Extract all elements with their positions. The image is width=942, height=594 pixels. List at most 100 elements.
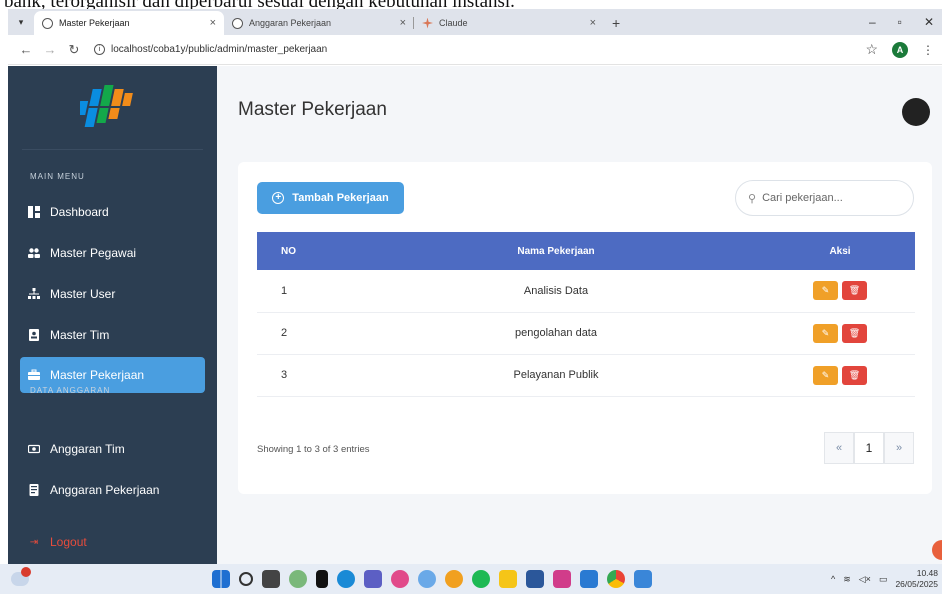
word-icon[interactable] (526, 570, 544, 588)
browser-tab-anggaran-pekerjaan[interactable]: Anggaran Pekerjaan × (224, 11, 414, 35)
weather-widget[interactable] (0, 567, 40, 586)
app-icon[interactable] (634, 570, 652, 588)
browser-tab-bar: ▾ Master Pekerjaan × Anggaran Pekerjaan … (8, 9, 942, 35)
table-row: 2 pengolahan data ✎ 🗑 (257, 312, 915, 355)
profile-avatar[interactable]: A (892, 41, 908, 58)
tab-title: Master Pekerjaan (59, 18, 130, 28)
sidebar-item-label: Master Tim (50, 328, 110, 342)
entries-info: Showing 1 to 3 of 3 entries (257, 444, 370, 455)
column-header-actions: Aksi (765, 232, 915, 270)
table-row: 3 Pelayanan Publik ✎ 🗑 (257, 354, 915, 397)
sidebar-item-label: Master User (50, 287, 116, 301)
sidebar-item-label: Master Pekerjaan (50, 368, 145, 382)
delete-button[interactable]: 🗑 (842, 365, 867, 385)
sidebar-item-label: Anggaran Tim (50, 442, 125, 456)
section-label-main-menu: MAIN MENU (30, 172, 85, 181)
trash-icon: 🗑 (848, 285, 861, 296)
sidebar-item-label: Master Pegawai (50, 246, 137, 260)
battery-icon[interactable]: ▭ (879, 574, 888, 585)
close-tab-icon[interactable]: × (590, 17, 596, 29)
cell-name: pengolahan data (347, 312, 765, 355)
sidebar-item-anggaran-tim[interactable]: Anggaran Tim (20, 431, 205, 467)
pagination-page-button[interactable]: 1 (854, 432, 884, 464)
trash-icon: 🗑 (848, 369, 861, 380)
new-tab-button[interactable]: + (604, 15, 628, 35)
url-field[interactable]: i localhost/coba1y/public/admin/master_p… (94, 44, 327, 55)
edit-button[interactable]: ✎ (813, 323, 838, 343)
pencil-icon: ✎ (821, 327, 830, 338)
globe-icon (42, 17, 53, 29)
delete-button[interactable]: 🗑 (842, 281, 867, 301)
globe-icon (232, 17, 243, 29)
pagination: « 1 » (824, 432, 914, 464)
browser-tab-master-pekerjaan[interactable]: Master Pekerjaan × (34, 11, 224, 35)
money-icon (28, 443, 40, 455)
close-tab-icon[interactable]: × (400, 17, 406, 29)
os-taskbar: ^ ≋ ◁× ▭ 10.48 26/05/2025 (0, 564, 942, 594)
netflix-icon[interactable] (316, 570, 328, 588)
receipt-icon (28, 484, 40, 496)
address-bar: ← → ↻ i localhost/coba1y/public/admin/ma… (8, 35, 942, 65)
app-icon[interactable] (553, 570, 571, 588)
logout-button[interactable]: ⇥ Logout (20, 524, 205, 560)
floating-action-tab[interactable] (932, 540, 942, 560)
edge-icon[interactable] (337, 570, 355, 588)
cell-name: Analisis Data (347, 270, 765, 313)
add-job-button[interactable]: + Tambah Pekerjaan (257, 182, 404, 214)
table-row: 1 Analisis Data ✎ 🗑 (257, 270, 915, 313)
app-icon[interactable] (445, 570, 463, 588)
back-icon[interactable]: ← (16, 42, 36, 57)
sidebar-item-master-tim[interactable]: Master Tim (20, 317, 205, 353)
teams-icon[interactable] (364, 570, 382, 588)
volume-icon[interactable]: ◁× (859, 574, 871, 585)
edit-button[interactable]: ✎ (813, 365, 838, 385)
id-card-icon (28, 329, 40, 341)
wifi-icon[interactable]: ≋ (843, 574, 851, 585)
cell-actions: ✎ 🗑 (765, 270, 915, 313)
tray-overflow-icon[interactable]: ^ (831, 574, 835, 584)
spotify-icon[interactable] (472, 570, 490, 588)
search-icon: ⚲ (748, 192, 757, 205)
file-explorer-icon[interactable] (499, 570, 517, 588)
chrome-icon[interactable] (607, 570, 625, 588)
task-view-icon[interactable] (262, 570, 280, 588)
app-icon[interactable] (418, 570, 436, 588)
whatsapp-icon[interactable] (289, 570, 307, 588)
app-icon[interactable] (391, 570, 409, 588)
pagination-prev-button[interactable]: « (824, 432, 854, 464)
sidebar-item-dashboard[interactable]: Dashboard (20, 194, 205, 230)
cell-actions: ✎ 🗑 (765, 354, 915, 397)
users-icon (28, 247, 40, 259)
delete-button[interactable]: 🗑 (842, 323, 867, 343)
edit-button[interactable]: ✎ (813, 281, 838, 301)
site-info-icon[interactable]: i (94, 44, 105, 55)
user-avatar[interactable] (902, 98, 930, 126)
sidebar-item-master-user[interactable]: Master User (20, 276, 205, 312)
forward-icon[interactable]: → (40, 42, 60, 57)
search-taskbar-icon[interactable] (239, 572, 253, 586)
reload-icon[interactable]: ↻ (64, 42, 84, 58)
taskbar-apps (212, 570, 652, 588)
browser-tab-claude[interactable]: Claude × (414, 11, 604, 35)
bookmark-star-icon[interactable]: ☆ (865, 41, 878, 58)
search-input[interactable] (762, 192, 893, 204)
sidebar-item-anggaran-pekerjaan[interactable]: Anggaran Pekerjaan (20, 472, 205, 508)
pencil-icon: ✎ (821, 369, 830, 380)
sidebar-item-master-pegawai[interactable]: Master Pegawai (20, 235, 205, 271)
start-icon[interactable] (212, 570, 230, 588)
close-tab-icon[interactable]: × (210, 17, 216, 29)
close-window-icon[interactable]: ✕ (924, 15, 934, 29)
vscode-icon[interactable] (580, 570, 598, 588)
restore-icon[interactable]: ▫ (898, 15, 902, 29)
minimize-icon[interactable]: – (869, 15, 876, 29)
tab-search-icon[interactable]: ▾ (8, 9, 34, 35)
browser-menu-icon[interactable]: ⋮ (922, 43, 934, 57)
clock-time: 10.48 (916, 568, 938, 578)
logout-label: Logout (50, 535, 87, 549)
section-label-data-anggaran: DATA ANGGARAN (30, 386, 111, 395)
clock[interactable]: 10.48 26/05/2025 (895, 568, 938, 590)
pagination-next-button[interactable]: » (884, 432, 914, 464)
sidebar-item-label: Anggaran Pekerjaan (50, 483, 160, 497)
sidebar-item-label: Dashboard (50, 205, 109, 219)
cell-no: 2 (257, 312, 347, 355)
